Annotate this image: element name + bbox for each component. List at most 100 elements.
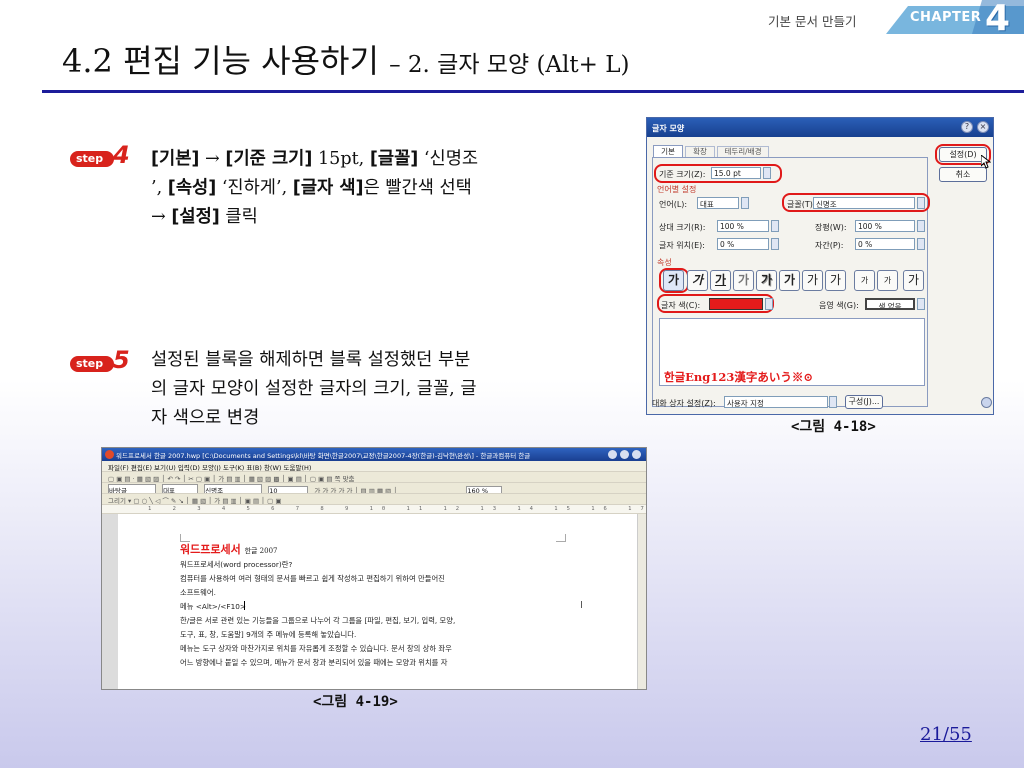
font-select[interactable]: 신명조: [204, 484, 263, 493]
section-breadcrumb: 기본 문서 만들기: [768, 14, 857, 29]
step-4-line: [기본] → [기준 크기] 15pt, [글꼴] ‘신명조: [151, 149, 479, 169]
chevron-down-icon[interactable]: [829, 396, 837, 408]
document-page[interactable]: 워드프로세서 한글 2007 워드프로세서(word processor)란? …: [118, 514, 646, 689]
width-ratio-input[interactable]: 100 %: [855, 220, 915, 232]
relative-size-input[interactable]: 100 %: [717, 220, 769, 232]
step-4-line: → [설정] 클릭: [151, 207, 258, 227]
expand-icon[interactable]: [981, 397, 992, 408]
step-4-text: [기본] → [기준 크기] 15pt, [글꼴] ‘신명조 ’, [속성] ‘…: [151, 145, 621, 232]
step-4-line: ’, [속성] ‘진하게’, [글자 색]은 빨간색 선택: [151, 178, 472, 198]
chapter-tab: CHAPTER 4: [886, 0, 1024, 39]
page-title-main: 4.2 편집 기능 사용하기: [62, 42, 379, 80]
doc-heading: 워드프로세서 한글 2007: [180, 541, 278, 557]
chevron-down-icon[interactable]: [765, 298, 773, 310]
step-5-badge: step 5: [70, 346, 132, 376]
help-icon[interactable]: ?: [961, 121, 973, 133]
mouse-cursor-icon: [981, 155, 991, 169]
shadow-button[interactable]: 가: [756, 270, 777, 291]
shade-color-label: 음영 색(G):: [819, 301, 859, 310]
tab-basic[interactable]: 기본: [653, 145, 683, 157]
ruler: 1 2 3 4 5 6 7 8 9 10 11 12 13 14 15 16 1…: [102, 505, 646, 514]
ok-button[interactable]: 설정(D): [939, 147, 987, 162]
tab-extended[interactable]: 확장: [685, 146, 715, 157]
char-spacing-spinner[interactable]: [917, 238, 925, 250]
base-size-spinner[interactable]: [763, 167, 771, 179]
chevron-down-icon[interactable]: [741, 197, 749, 209]
char-spacing-input[interactable]: 0 %: [855, 238, 915, 250]
margin-mark: [556, 534, 566, 542]
app-titlebar: 워드프로세서 한글 2007.hwp [C:\Documents and Set…: [102, 448, 646, 461]
size-select[interactable]: 10: [268, 486, 309, 493]
bold-button[interactable]: 가: [663, 270, 684, 291]
minimize-icon[interactable]: [608, 450, 617, 459]
subscript-button[interactable]: 가: [877, 270, 898, 291]
width-ratio-spinner[interactable]: [917, 220, 925, 232]
page-title: 4.2 편집 기능 사용하기 – 2. 글자 모양 (Alt+ L): [62, 36, 629, 82]
title-divider: [42, 90, 1024, 93]
base-size-input[interactable]: 15.0 pt: [711, 167, 761, 179]
doc-line: 어느 방향에나 붙일 수 있으며, 메뉴가 문서 창과 분리되어 있을 때에는 …: [180, 658, 448, 667]
menu-bar[interactable]: 파일(F) 편집(E) 보기(U) 입력(D) 모양(J) 도구(K) 표(B)…: [102, 461, 646, 472]
standard-toolbar[interactable]: ▢ ▣ ▤ · ▦ ▧ ▨ │ ↶ ↷ │ ✂ ▢ ▣ │ 가 ▤ ▥ │ ▦ …: [102, 472, 646, 483]
shade-color-select[interactable]: 색 없음: [865, 298, 915, 310]
outline-button[interactable]: 가: [733, 270, 754, 291]
emboss-button[interactable]: 가: [779, 270, 800, 291]
close-icon[interactable]: [632, 450, 641, 459]
close-icon[interactable]: ×: [977, 121, 989, 133]
engrave-button[interactable]: 가: [802, 270, 823, 291]
doc-line: 메뉴 <Alt>/<F10>: [180, 602, 247, 611]
format-buttons[interactable]: 가 가 가 가 가 │ ▤ ▥ ▦ ▧ │: [314, 485, 464, 493]
doc-line: 도구, 표, 창, 도움말] 9개의 주 메뉴에 등록해 놓았습니다.: [180, 630, 357, 639]
cancel-button[interactable]: 취소: [939, 167, 987, 182]
text-color-label: 글자 색(C):: [661, 301, 701, 310]
dialog-setting-select[interactable]: 사용자 지정: [724, 396, 828, 408]
step-badge-label: step: [76, 357, 104, 370]
ibeam-cursor-icon: I: [580, 600, 583, 611]
underline-button[interactable]: 가: [710, 270, 731, 291]
base-size-label: 기준 크기(Z):: [659, 170, 706, 179]
figure-caption-18: <그림 4-18>: [791, 419, 876, 435]
font-select[interactable]: 신명조: [813, 197, 915, 209]
normal-button[interactable]: 가: [903, 270, 924, 291]
doc-line: 한/글은 서로 관련 있는 기능들을 그룹으로 나누어 각 그룹을 [파일, 편…: [180, 616, 456, 625]
doc-line: 소프트웨어.: [180, 588, 216, 597]
format-toolbar[interactable]: 바탕글 대표 신명조 10 가 가 가 가 가 │ ▤ ▥ ▦ ▧ │ 160 …: [102, 483, 646, 494]
relative-size-spinner[interactable]: [771, 220, 779, 232]
tab-border-bg[interactable]: 테두리/배경: [717, 146, 769, 157]
hwp-window-screenshot: 워드프로세서 한글 2007.hwp [C:\Documents and Set…: [101, 447, 647, 690]
char-position-label: 글자 위치(E):: [659, 241, 705, 250]
language-label: 언어(L):: [659, 200, 688, 209]
doc-line: 워드프로세서(word processor)란?: [180, 560, 293, 569]
step-5-line: 의 글자 모양이 설정한 글자의 크기, 글꼴, 글: [151, 379, 477, 399]
font-label: 글꼴(T):: [787, 200, 816, 209]
italic-button[interactable]: 가: [687, 270, 708, 291]
preview-text: 한글Eng123漢字あいう※⊙: [664, 370, 813, 384]
step-number: 5: [113, 346, 130, 374]
language-select[interactable]: 대표: [697, 197, 739, 209]
chevron-down-icon[interactable]: [917, 197, 925, 209]
strikeout-button[interactable]: 가: [825, 270, 846, 291]
step-5-line: 설정된 블록을 해제하면 블록 설정했던 부분: [151, 350, 471, 370]
page-number[interactable]: 21/55: [920, 724, 972, 745]
text-cursor: [244, 601, 245, 610]
char-position-input[interactable]: 0 %: [717, 238, 769, 250]
maximize-icon[interactable]: [620, 450, 629, 459]
text-color-swatch[interactable]: [709, 298, 763, 310]
chevron-down-icon[interactable]: [917, 298, 925, 310]
dialog-titlebar: 글자 모양: [647, 118, 993, 137]
drawing-toolbar[interactable]: 그리기 ▾ ▢ ○ ╲ ◁ ⌒ ✎ ↘ │ ▦ ▧ │ 가 ▤ ▥ │ ▣ ▤ …: [102, 494, 646, 505]
app-logo-icon: [105, 450, 114, 459]
lang-section-label: 언어별 설정: [657, 185, 697, 194]
step-number: 4: [113, 141, 130, 169]
char-spacing-label: 자간(P):: [815, 241, 844, 250]
style-select[interactable]: 바탕글: [108, 484, 156, 493]
doc-heading-suffix: 한글 2007: [244, 547, 278, 555]
figure-caption-19: <그림 4-19>: [313, 694, 398, 710]
zoom-select[interactable]: 160 %: [466, 486, 503, 493]
char-position-spinner[interactable]: [771, 238, 779, 250]
attr-section-label: 속성: [657, 258, 672, 267]
vertical-scrollbar[interactable]: [637, 514, 646, 689]
compose-button[interactable]: 구성(J)...: [845, 395, 883, 409]
superscript-button[interactable]: 가: [854, 270, 875, 291]
lang-select[interactable]: 대표: [162, 484, 199, 493]
